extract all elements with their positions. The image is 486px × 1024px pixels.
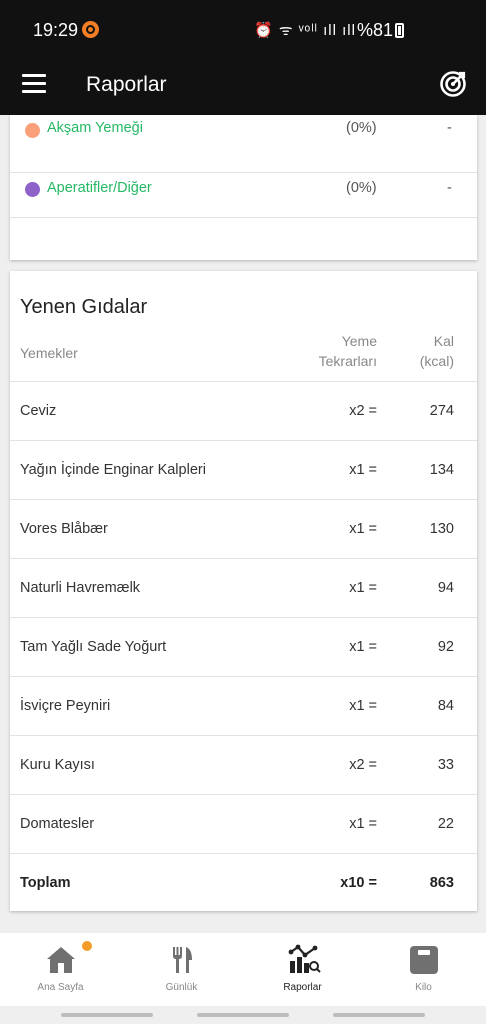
hamburger-menu-icon[interactable]: [22, 74, 46, 96]
bottom-navigation: Ana Sayfa Günlük Raporlar Kilo: [0, 933, 486, 1006]
meal-row[interactable]: Aperatifler/Diğer (0%) -: [10, 160, 477, 218]
food-kcal: 33: [437, 757, 454, 773]
table-row[interactable]: Domatesler x1 = 22: [10, 794, 477, 853]
battery-percent: %81: [357, 20, 394, 40]
food-kcal: 134: [429, 462, 454, 478]
food-times: x1 =: [349, 580, 377, 596]
battery-icon: [395, 23, 404, 38]
food-name: Domatesler: [20, 816, 95, 832]
column-header-kcal: Kal (kcal): [394, 331, 454, 371]
column-header-times-line2: Tekrarları: [318, 353, 377, 369]
food-kcal: 92: [437, 639, 454, 655]
food-kcal: 94: [437, 580, 454, 596]
eaten-foods-card: Yenen Gıdalar Yemekler Yeme Tekrarları K…: [10, 271, 477, 911]
nav-label: Ana Sayfa: [37, 982, 84, 993]
app-bar: Raporlar: [0, 60, 486, 115]
home-icon: [47, 947, 75, 973]
column-header-times-line1: Yeme: [341, 333, 377, 349]
food-name: Yağın İçinde Enginar Kalpleri: [20, 462, 206, 478]
notification-icon: [82, 21, 99, 38]
food-name: Ceviz: [20, 403, 57, 419]
table-row[interactable]: Naturli Havremælk x1 = 94: [10, 558, 477, 617]
food-times: x1 =: [349, 639, 377, 655]
page-title: Raporlar: [86, 73, 167, 96]
food-kcal: 22: [437, 816, 454, 832]
fork-knife-icon: [173, 947, 192, 973]
meal-percent: (0%): [346, 120, 377, 136]
meal-value: -: [447, 180, 452, 196]
chart-icon: [288, 944, 321, 973]
nav-label: Raporlar: [283, 982, 322, 993]
nav-item-reports[interactable]: Raporlar: [242, 933, 363, 1006]
nav-item-diary[interactable]: Günlük: [121, 933, 242, 1006]
nav-item-home[interactable]: Ana Sayfa: [0, 933, 121, 1006]
target-icon[interactable]: [439, 70, 467, 98]
total-kcal: 863: [429, 875, 454, 891]
food-kcal: 274: [429, 403, 454, 419]
meal-name: Aperatifler/Diğer: [47, 180, 152, 196]
notification-badge: [82, 941, 92, 951]
meal-summary-card: Akşam Yemeği (0%) - Aperatifler/Diğer (0…: [10, 115, 477, 260]
gesture-handle: [61, 1013, 153, 1017]
table-row[interactable]: İsviçre Peyniri x1 = 84: [10, 676, 477, 735]
food-name: Tam Yağlı Sade Yoğurt: [20, 639, 167, 655]
food-name: Vores Blåbær: [20, 521, 108, 537]
food-name: İsviçre Peyniri: [20, 698, 111, 714]
gesture-handle: [197, 1013, 289, 1017]
food-times: x1 =: [349, 698, 377, 714]
scale-icon: [410, 946, 438, 974]
column-header-kcal-line1: Kal: [433, 333, 454, 349]
food-times: x2 =: [349, 403, 377, 419]
meal-color-dot: [25, 182, 40, 197]
system-gesture-bar: [0, 1006, 486, 1024]
status-bar: 19:29 ⏰ ᯤ ᵛᵒˡˡ ıll ıll %81: [0, 0, 486, 60]
food-times: x1 =: [349, 521, 377, 537]
table-row[interactable]: Ceviz x2 = 274: [10, 381, 477, 440]
status-icons: ⏰ ᯤ ᵛᵒˡˡ ıll ıll: [254, 22, 356, 39]
meal-value: -: [447, 120, 452, 136]
meal-name: Akşam Yemeği: [47, 120, 143, 136]
food-times: x1 =: [349, 462, 377, 478]
column-header-times: Yeme Tekrarları: [290, 331, 377, 371]
food-times: x1 =: [349, 816, 377, 832]
table-row[interactable]: Yağın İçinde Enginar Kalpleri x1 = 134: [10, 440, 477, 499]
total-row: Toplam x10 = 863: [10, 853, 477, 912]
section-title: Yenen Gıdalar: [20, 296, 148, 318]
nav-label: Kilo: [415, 982, 432, 993]
table-row[interactable]: Kuru Kayısı x2 = 33: [10, 735, 477, 794]
gesture-handle: [333, 1013, 425, 1017]
column-header-food: Yemekler: [20, 345, 78, 361]
table-row[interactable]: Vores Blåbær x1 = 130: [10, 499, 477, 558]
food-name: Naturli Havremælk: [20, 580, 141, 596]
status-time: 19:29: [33, 20, 79, 40]
total-label: Toplam: [20, 875, 71, 891]
table-row[interactable]: Tam Yağlı Sade Yoğurt x1 = 92: [10, 617, 477, 676]
food-times: x2 =: [349, 757, 377, 773]
meal-color-dot: [25, 123, 40, 138]
food-kcal: 84: [437, 698, 454, 714]
nav-label: Günlük: [165, 982, 198, 993]
meal-percent: (0%): [346, 180, 377, 196]
food-kcal: 130: [429, 521, 454, 537]
column-header-kcal-line2: (kcal): [419, 353, 454, 369]
nav-item-weight[interactable]: Kilo: [363, 933, 484, 1006]
food-name: Kuru Kayısı: [20, 757, 95, 773]
total-times: x10 =: [340, 875, 377, 891]
